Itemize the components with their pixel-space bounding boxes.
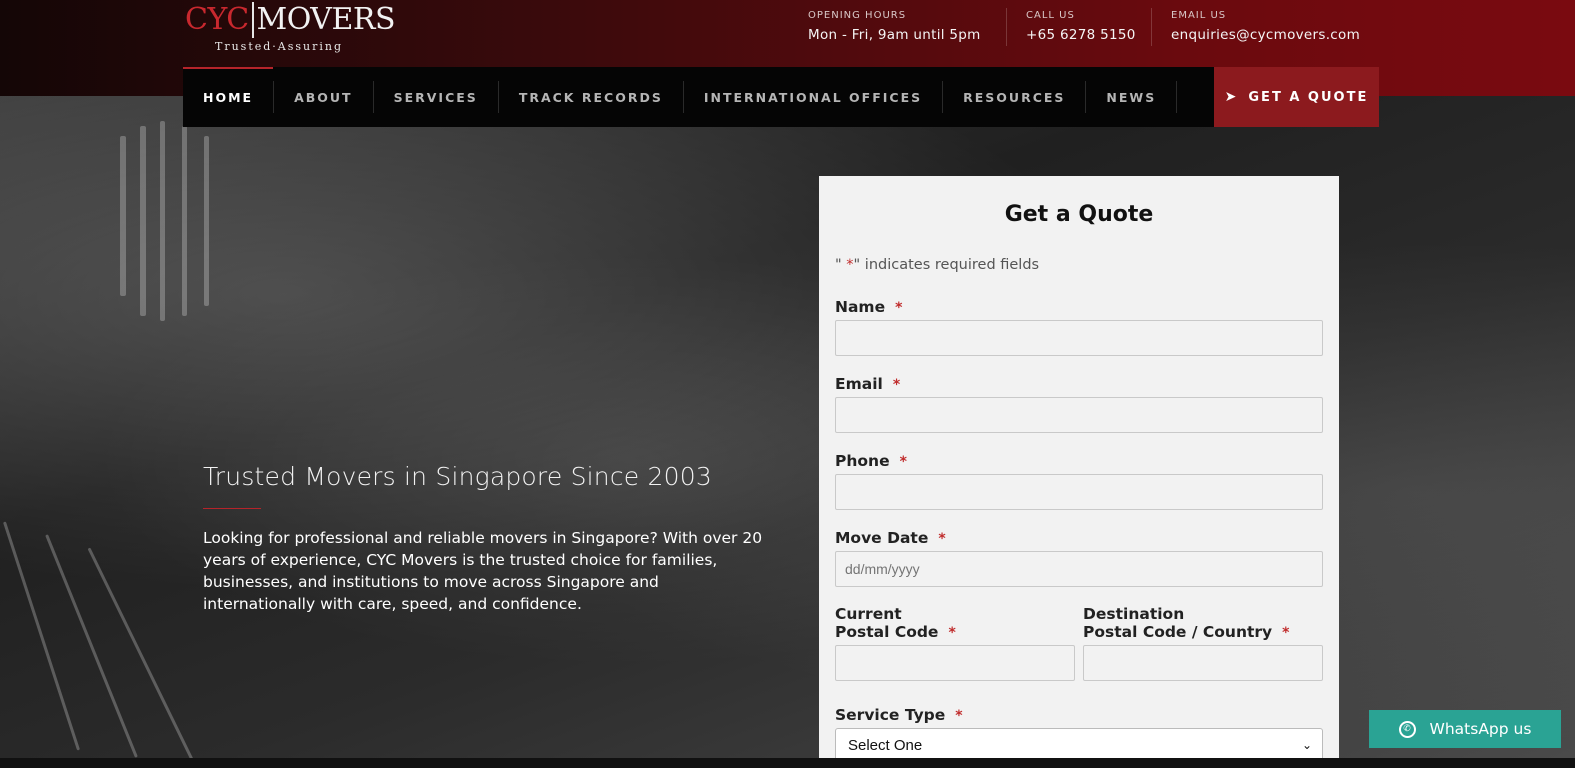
nav-international-offices[interactable]: INTERNATIONAL OFFICES: [684, 67, 942, 127]
current-postal-label: Current Postal Code *: [835, 605, 1075, 641]
destination-label-line1: Destination: [1083, 605, 1185, 623]
main-nav: HOME ABOUT SERVICES TRACK RECORDS INTERN…: [183, 67, 1379, 127]
required-star: *: [899, 454, 907, 470]
logo-wordmark: CYC MOVERS: [185, 2, 395, 38]
light-streak: [140, 126, 146, 316]
required-star: *: [948, 625, 956, 641]
quote-form: Get a Quote " *" indicates required fiel…: [819, 176, 1339, 762]
form-title: Get a Quote: [1004, 202, 1154, 227]
light-streak: [204, 136, 209, 306]
logo-cyc: CYC: [185, 2, 249, 37]
name-input[interactable]: [835, 320, 1323, 356]
logo-tagline: Trusted·Assuring: [215, 40, 344, 53]
service-type-label-text: Service Type: [835, 706, 946, 724]
light-streak: [182, 126, 187, 316]
name-field: Name *: [835, 298, 1323, 356]
light-streak: [160, 121, 165, 321]
nav-news[interactable]: NEWS: [1086, 67, 1176, 127]
email-label: Email *: [835, 375, 1323, 393]
call-us-value[interactable]: +65 6278 5150: [1026, 27, 1136, 43]
current-postal-code-field: Current Postal Code *: [835, 605, 1075, 681]
phone-label-text: Phone: [835, 452, 890, 470]
nav-track-records[interactable]: TRACK RECORDS: [499, 67, 683, 127]
light-streak: [45, 534, 138, 758]
nav-services[interactable]: SERVICES: [374, 67, 498, 127]
whatsapp-label: WhatsApp us: [1429, 720, 1532, 738]
opening-hours: OPENING HOURS Mon - Fri, 9am until 5pm: [808, 10, 981, 43]
destination-label-line2: Postal Code / Country: [1083, 623, 1273, 641]
phone-input[interactable]: [835, 474, 1323, 510]
nav-about[interactable]: ABOUT: [274, 67, 373, 127]
destination-input[interactable]: [1083, 645, 1323, 681]
required-star: *: [892, 377, 901, 393]
required-star: *: [1282, 625, 1290, 641]
nav-home[interactable]: HOME: [183, 67, 274, 127]
opening-hours-label: OPENING HOURS: [808, 10, 907, 21]
move-date-label-text: Move Date: [835, 529, 929, 547]
whatsapp-icon: ✆: [1398, 720, 1416, 738]
call-us-label: CALL US: [1026, 10, 1075, 21]
get-a-quote-label: GET A QUOTE: [1248, 89, 1369, 105]
bottom-edge: [0, 758, 1575, 768]
current-label-line2: Postal Code: [835, 623, 939, 641]
service-type-value: Select One: [848, 736, 923, 754]
email-field: Email *: [835, 375, 1323, 433]
service-type-select[interactable]: Select One ⌄: [835, 728, 1323, 762]
current-label-line1: Current: [835, 605, 902, 623]
email-us-label: EMAIL US: [1171, 10, 1227, 21]
nav-resources[interactable]: RESOURCES: [943, 67, 1085, 127]
destination-field: Destination Postal Code / Country *: [1083, 605, 1323, 681]
get-a-quote-button[interactable]: ➤ GET A QUOTE: [1214, 67, 1379, 127]
call-us: CALL US +65 6278 5150: [1026, 10, 1136, 43]
move-date-input[interactable]: [835, 551, 1323, 587]
service-type-label: Service Type *: [835, 706, 1323, 724]
required-star: *: [895, 300, 903, 316]
light-streak: [87, 547, 196, 758]
destination-label: Destination Postal Code / Country *: [1083, 605, 1323, 641]
service-type-field: Service Type * Select One ⌄: [835, 706, 1323, 762]
whatsapp-button[interactable]: ✆ WhatsApp us: [1369, 710, 1561, 748]
required-fields-note: " *" indicates required fields: [835, 257, 1323, 273]
hero-description: Looking for professional and reliable mo…: [203, 529, 763, 613]
light-streak: [2, 521, 81, 751]
nav-separator: [1176, 81, 1178, 113]
logo-divider: [251, 2, 254, 38]
name-label: Name *: [835, 298, 1323, 316]
move-date-label: Move Date *: [835, 529, 1323, 547]
pointer-icon: ➤: [1224, 89, 1239, 105]
hero-title: Trusted Movers in Singapore Since 2003: [203, 462, 712, 491]
email-label-text: Email: [835, 375, 883, 393]
required-star: *: [955, 708, 963, 724]
site-logo[interactable]: CYC MOVERS Trusted·Assuring: [185, 2, 395, 54]
required-note-suffix: " indicates required fields: [853, 257, 1040, 273]
opening-hours-value: Mon - Fri, 9am until 5pm: [808, 27, 981, 43]
phone-label: Phone *: [835, 452, 1323, 470]
current-postal-code-input[interactable]: [835, 645, 1075, 681]
hero-title-underline: [203, 508, 261, 509]
chevron-down-icon: ⌄: [1301, 738, 1312, 752]
required-star: *: [846, 257, 854, 273]
light-streak: [120, 136, 126, 296]
move-date-field: Move Date *: [835, 529, 1323, 587]
name-label-text: Name: [835, 298, 886, 316]
phone-field: Phone *: [835, 452, 1323, 510]
email-us: EMAIL US enquiries@cycmovers.com: [1171, 10, 1360, 43]
contact-divider: [1151, 8, 1152, 46]
email-us-value[interactable]: enquiries@cycmovers.com: [1171, 27, 1360, 43]
contact-divider: [1006, 8, 1007, 46]
email-input[interactable]: [835, 397, 1323, 433]
required-star: *: [938, 531, 946, 547]
logo-movers: MOVERS: [256, 2, 396, 37]
required-note-prefix: ": [835, 257, 847, 273]
